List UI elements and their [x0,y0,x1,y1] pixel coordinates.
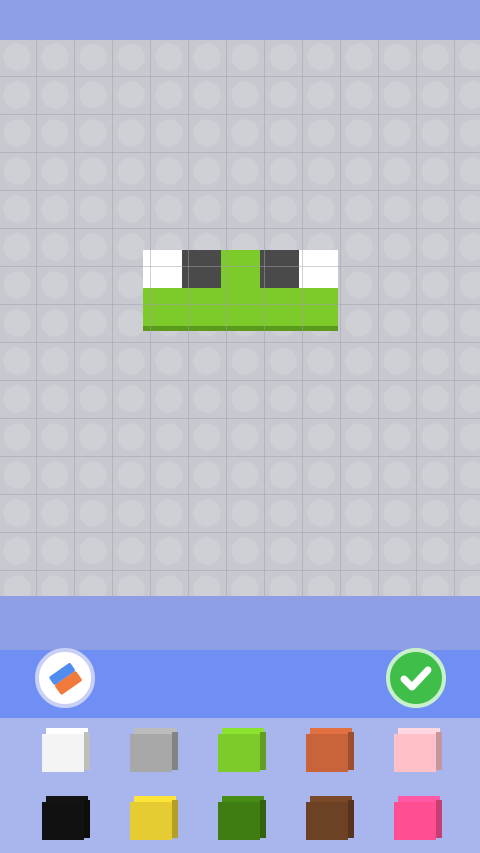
drawing-board[interactable] [0,40,480,596]
swatch-hot-pink[interactable] [394,796,442,840]
bottom-band [0,596,480,650]
swatch-face [218,802,260,840]
figure-pixel [182,250,221,288]
swatch-side [260,800,266,838]
swatch-yellow[interactable] [130,796,178,840]
swatch-dark-green[interactable] [218,796,266,840]
swatch-pink[interactable] [394,728,442,772]
eraser-button[interactable] [35,648,95,708]
swatch-side [436,800,442,838]
checkmark-icon [400,666,432,691]
figure-pixel [260,250,299,288]
figure-shadow [143,326,338,331]
figure-pixel [143,288,182,326]
confirm-button[interactable] [386,648,446,708]
swatch-gray[interactable] [130,728,178,772]
swatch-face [394,734,436,772]
swatch-face [42,802,84,840]
figure-pixel [182,288,221,326]
eraser-icon [49,663,82,695]
swatch-face [130,734,172,772]
swatch-side [84,732,90,770]
swatch-side [260,732,266,770]
top-bar [0,0,480,40]
figure-pixel [260,288,299,326]
swatch-orange-brown[interactable] [306,728,354,772]
figure-pixel [221,250,260,288]
swatch-face [130,802,172,840]
figure-pixel [143,250,182,288]
swatch-face [218,734,260,772]
swatch-black[interactable] [42,796,90,840]
swatch-face [42,734,84,772]
swatch-face [306,734,348,772]
swatch-light-green[interactable] [218,728,266,772]
swatch-side [172,800,178,838]
figure-pixel [299,250,338,288]
figure-pixel [221,288,260,326]
color-palette [0,718,480,853]
swatch-white[interactable] [42,728,90,772]
swatch-side [348,800,354,838]
swatch-face [394,802,436,840]
swatch-face [306,802,348,840]
swatch-side [84,800,90,838]
swatch-brown[interactable] [306,796,354,840]
swatch-side [172,732,178,770]
swatch-side [348,732,354,770]
swatch-side [436,732,442,770]
figure-pixel [299,288,338,326]
